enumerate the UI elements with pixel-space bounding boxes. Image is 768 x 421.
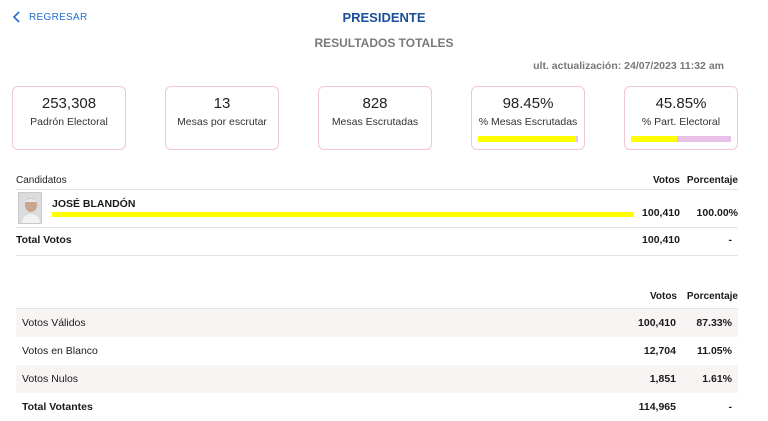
stat-label: Mesas Escrutadas bbox=[331, 116, 419, 128]
progress-bar bbox=[478, 136, 578, 142]
summary-row-validos: Votos Válidos 100,410 87.33% bbox=[16, 309, 738, 337]
stat-value: 98.45% bbox=[502, 95, 554, 112]
row-percent: 87.33% bbox=[696, 317, 732, 329]
row-votes: 12,704 bbox=[643, 345, 676, 357]
stat-card-mesas-escrutadas: 828 Mesas Escrutadas bbox=[318, 86, 432, 150]
candidates-header: Candidatos Votos Porcentaje bbox=[16, 175, 738, 189]
header-candidates: Candidatos bbox=[16, 175, 67, 186]
summary-header: Votos Porcentaje bbox=[16, 291, 738, 305]
divider bbox=[16, 255, 738, 256]
row-votes: 1,851 bbox=[649, 373, 676, 385]
row-percent: - bbox=[728, 401, 733, 413]
progress-bar bbox=[631, 136, 731, 142]
row-label: Total Votantes bbox=[22, 401, 93, 413]
last-updated: ult. actualización: 24/07/2023 11:32 am bbox=[533, 60, 724, 72]
progress-fill bbox=[478, 136, 577, 142]
row-percent: 11.05% bbox=[696, 345, 732, 357]
stat-label: % Mesas Escrutadas bbox=[478, 116, 578, 128]
divider bbox=[16, 227, 738, 228]
summary-row-nulos: Votos Nulos 1,851 1.61% bbox=[16, 365, 738, 393]
candidate-avatar bbox=[18, 192, 42, 224]
summary-row-total: Total Votantes 114,965 - bbox=[16, 393, 738, 421]
page-title: PRESIDENTE bbox=[342, 10, 426, 25]
header-percent: Porcentaje bbox=[686, 175, 738, 186]
header-percent: Porcentaje bbox=[686, 291, 738, 302]
row-label: Votos en Blanco bbox=[22, 345, 98, 357]
stat-label: Padrón Electoral bbox=[30, 116, 108, 128]
stat-card-padron: 253,308 Padrón Electoral bbox=[12, 86, 126, 150]
candidate-votes: 100,410 bbox=[642, 207, 680, 219]
candidate-vote-bar bbox=[52, 212, 634, 217]
row-percent: 1.61% bbox=[702, 373, 732, 385]
stat-label: Mesas por escrutar bbox=[177, 116, 267, 128]
stat-card-pct-mesas: 98.45% % Mesas Escrutadas bbox=[471, 86, 585, 150]
stat-value: 828 bbox=[362, 95, 388, 112]
stat-value: 13 bbox=[213, 95, 231, 112]
total-votes-value: 100,410 bbox=[642, 234, 680, 246]
stat-card-mesas-por-escrutar: 13 Mesas por escrutar bbox=[165, 86, 279, 150]
candidate-row[interactable]: JOSÉ BLANDÓN 100,410 100.00% bbox=[16, 190, 738, 226]
header-votes: Votos bbox=[649, 291, 677, 302]
header-votes: Votos bbox=[652, 175, 680, 186]
row-votes: 100,410 bbox=[638, 317, 676, 329]
page-subtitle: RESULTADOS TOTALES bbox=[314, 36, 454, 50]
row-votes: 114,965 bbox=[638, 401, 676, 413]
total-votes-row: Total Votos 100,410 - bbox=[16, 234, 738, 248]
row-label: Votos Válidos bbox=[22, 317, 86, 329]
summary-row-blanco: Votos en Blanco 12,704 11.05% bbox=[16, 337, 738, 365]
row-label: Votos Nulos bbox=[22, 373, 79, 385]
total-votes-percent: - bbox=[728, 234, 733, 246]
candidate-percent: 100.00% bbox=[696, 207, 738, 219]
progress-fill bbox=[631, 136, 677, 142]
stat-value: 253,308 bbox=[41, 95, 97, 112]
stat-value: 45.85% bbox=[655, 95, 707, 112]
stat-label: % Part. Electoral bbox=[641, 116, 721, 128]
total-votes-label: Total Votos bbox=[16, 234, 72, 246]
candidate-name: JOSÉ BLANDÓN bbox=[52, 198, 136, 210]
stat-card-pct-participacion: 45.85% % Part. Electoral bbox=[624, 86, 738, 150]
